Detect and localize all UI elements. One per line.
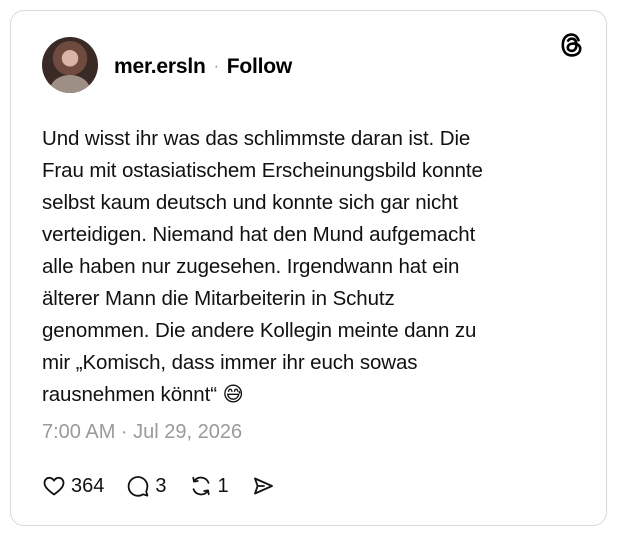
- like-count: 364: [71, 474, 105, 497]
- repost-count: 1: [217, 474, 229, 497]
- reply-button[interactable]: 3: [126, 474, 167, 498]
- post-card: mer.ersln · Follow Und wisst ihr was das…: [10, 10, 607, 526]
- repost-button[interactable]: 1: [189, 474, 229, 498]
- post-text: Und wisst ihr was das schlimmste daran i…: [42, 127, 483, 406]
- heart-icon: [43, 476, 65, 496]
- follow-button[interactable]: Follow: [227, 55, 292, 79]
- post-header: mer.ersln · Follow: [114, 55, 292, 79]
- separator: ·: [213, 58, 219, 75]
- action-bar: 364 3 1: [42, 471, 275, 501]
- avatar-figure: [50, 75, 90, 93]
- send-icon: [253, 477, 273, 495]
- post-timestamp: 7:00 AM · Jul 29, 2026: [42, 421, 243, 443]
- reply-count: 3: [155, 474, 167, 497]
- avatar[interactable]: [42, 37, 98, 93]
- threads-logo-icon[interactable]: [558, 31, 586, 59]
- share-button[interactable]: [251, 474, 275, 498]
- username[interactable]: mer.ersln: [114, 55, 206, 79]
- repost-arrows-icon: [191, 476, 210, 496]
- comment-bubble-icon: [128, 476, 149, 497]
- like-button[interactable]: 364: [42, 474, 104, 498]
